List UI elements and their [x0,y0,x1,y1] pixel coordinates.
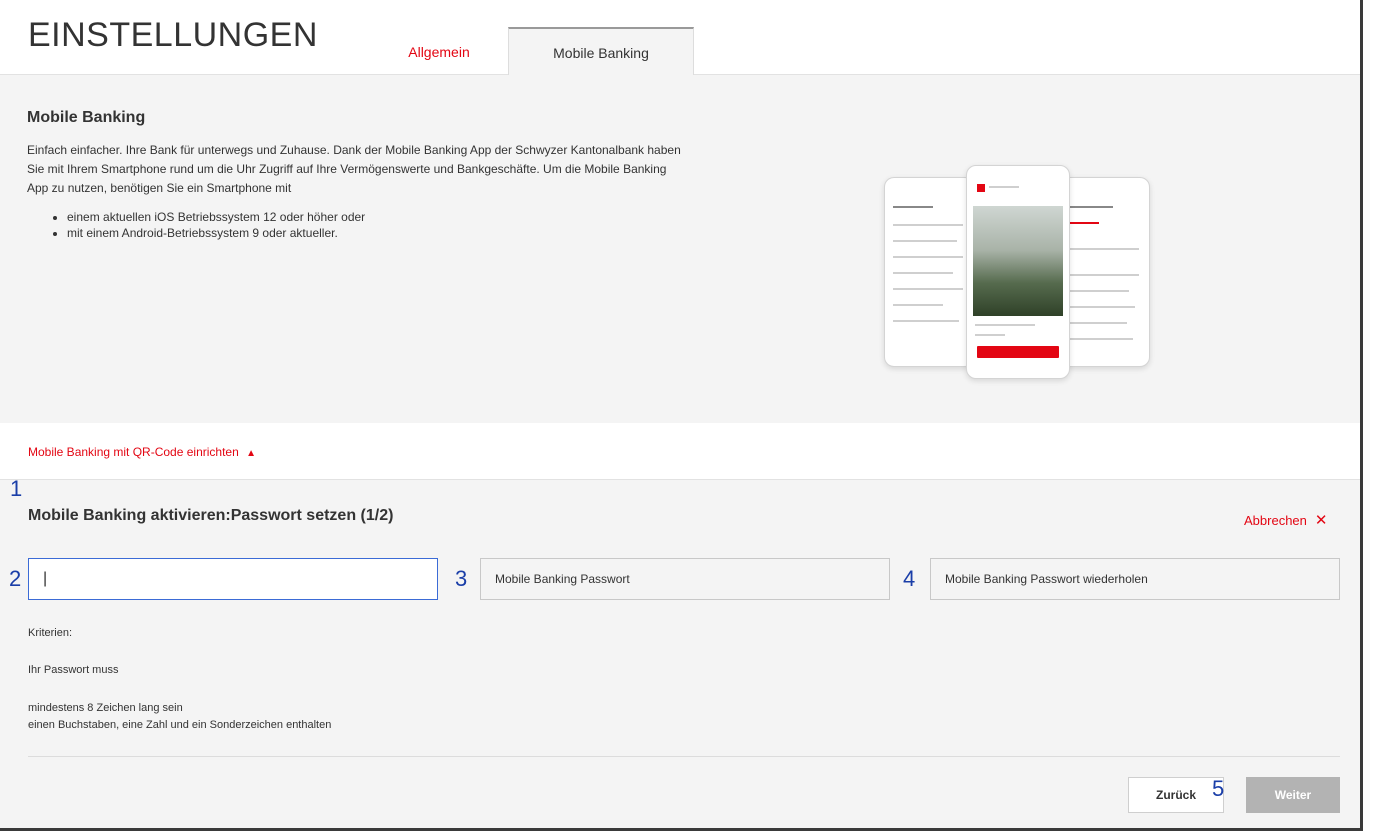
intro-text: Einfach einfacher. Ihre Bank für unterwe… [27,143,681,195]
back-button[interactable]: Zurück [1128,777,1224,813]
app-preview-image [874,165,1154,380]
close-icon: ✕ [1314,512,1328,529]
cancel-button[interactable]: Abbrechen ✕ [1244,511,1327,529]
criteria-heading: Kriterien: [28,627,73,639]
qr-setup-link-label: Mobile Banking mit QR-Code einrichten [28,445,239,459]
requirements-list: einem aktuellen iOS Betriebssystem 12 od… [27,209,365,241]
phone-mockup-right [1060,177,1150,367]
password-field[interactable] [480,558,890,600]
tab-general[interactable]: Allgemein [384,28,494,74]
criteria-item: einen Buchstaben, eine Zahl und ein Sond… [28,719,332,731]
chevron-up-icon: ▲ [246,448,257,459]
phone-mockup-left [884,177,974,367]
intro-title: Mobile Banking [27,109,146,126]
mountain-image [973,206,1063,316]
intro-panel: Mobile Banking Einfach einfacher. Ihre B… [8,75,1360,423]
marker-label: 1 [10,476,23,501]
marker-label: 5 [1212,776,1225,801]
password-field-active[interactable] [28,558,438,600]
next-button[interactable]: Weiter [1246,777,1340,813]
divider [28,756,1340,757]
app-frame: EINSTELLUNGEN Allgemein Mobile Banking M… [0,0,1363,831]
activation-title: Mobile Banking aktivieren:Passwort setze… [28,507,394,524]
tab-mobile-banking[interactable]: Mobile Banking [508,27,694,75]
qr-setup-bar: Mobile Banking mit QR-Code einrichten ▲ [0,423,1360,480]
qr-setup-link[interactable]: Mobile Banking mit QR-Code einrichten ▲ [28,445,256,459]
list-item: mit einem Android-Betriebssystem 9 oder … [67,225,365,241]
criteria-intro: Ihr Passwort muss [28,664,119,676]
criteria-item: mindestens 8 Zeichen lang sein [28,702,183,714]
cancel-label: Abbrechen [1244,513,1307,528]
password-repeat-field[interactable] [930,558,1340,600]
page-title: EINSTELLUNGEN [28,16,318,54]
marker-label: 2 [9,566,22,591]
phone-mockup-center [966,165,1070,379]
header: EINSTELLUNGEN Allgemein Mobile Banking [0,0,1360,75]
marker-label: 3 [455,566,468,591]
list-item: einem aktuellen iOS Betriebssystem 12 od… [67,209,365,225]
marker-label: 4 [903,566,916,591]
